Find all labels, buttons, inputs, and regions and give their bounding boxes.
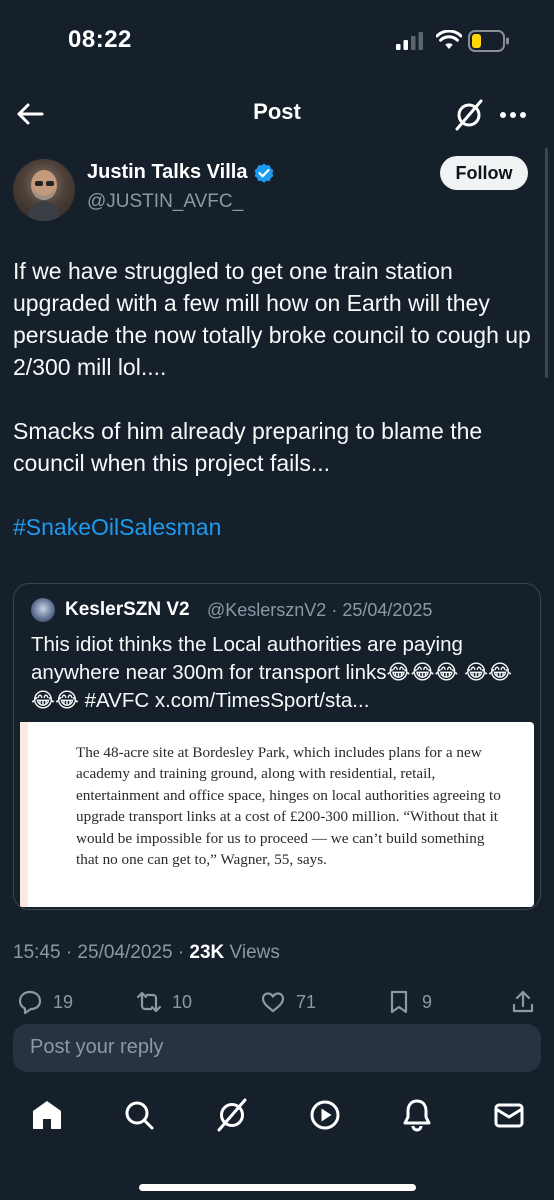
grok-icon[interactable] — [452, 98, 486, 132]
avatar-photo — [27, 170, 61, 221]
follow-button[interactable]: Follow — [440, 156, 528, 190]
bookmark-count: 9 — [422, 991, 433, 1012]
author-name[interactable]: Justin Talks Villa — [87, 161, 247, 184]
author-handle[interactable]: @JUSTIN_AVFC_ — [87, 191, 243, 213]
scrollbar[interactable] — [545, 148, 548, 378]
post-meta: 15:45 · 25/04/2025 · 23K Views — [13, 942, 280, 964]
reply-icon — [18, 990, 42, 1015]
cellular-signal-icon — [396, 32, 423, 50]
status-time: 08:22 — [68, 26, 132, 53]
search-icon[interactable] — [121, 1097, 157, 1133]
repost-icon — [136, 991, 162, 1013]
wifi-icon — [436, 30, 462, 49]
bookmark-button[interactable]: 9 — [386, 988, 432, 1016]
reply-count: 19 — [53, 991, 74, 1012]
reply-input[interactable]: Post your reply — [13, 1024, 541, 1072]
quoted-post[interactable]: KeslerSZN V2 @KeslersznV2 · 25/04/2025 T… — [13, 583, 541, 910]
share-button[interactable] — [510, 988, 536, 1016]
messages-icon[interactable] — [491, 1097, 527, 1133]
quoted-author-avatar — [31, 598, 55, 622]
quoted-article-image[interactable]: The 48-acre site at Bordesley Park, whic… — [20, 722, 534, 907]
views-label: Views — [224, 942, 280, 963]
quoted-author-handle-date: @KeslersznV2 · 25/04/2025 — [207, 600, 433, 620]
battery-icon — [468, 30, 509, 52]
quoted-author-name: KeslerSZN V2 — [65, 599, 190, 620]
views-count: 23K — [189, 942, 225, 963]
bookmark-icon — [390, 990, 408, 1014]
home-icon[interactable] — [29, 1097, 65, 1133]
video-icon[interactable] — [307, 1097, 343, 1133]
reply-button[interactable]: 19 — [17, 988, 73, 1016]
home-indicator[interactable] — [139, 1184, 416, 1191]
like-icon — [261, 992, 285, 1013]
notifications-icon[interactable] — [399, 1097, 435, 1133]
author-avatar[interactable] — [13, 159, 75, 221]
verified-badge-icon — [254, 163, 274, 183]
hashtag-link[interactable]: #SnakeOilSalesman — [13, 514, 221, 541]
like-button[interactable]: 71 — [260, 988, 316, 1016]
quoted-post-text: This idiot thinks the Local authorities … — [31, 633, 512, 712]
share-icon — [512, 990, 534, 1013]
repost-count: 10 — [172, 991, 193, 1012]
quoted-image-text: The 48-acre site at Bordesley Park, whic… — [76, 744, 501, 869]
image-edge-strip — [20, 722, 28, 907]
reply-placeholder: Post your reply — [30, 1036, 164, 1058]
like-count: 71 — [296, 991, 317, 1012]
post-timestamp: 15:45 · 25/04/2025 · — [13, 942, 190, 963]
post-text: If we have struggled to get one train st… — [13, 258, 531, 476]
grok-nav-icon[interactable] — [214, 1097, 250, 1133]
more-icon[interactable] — [496, 100, 530, 130]
repost-button[interactable]: 10 — [136, 988, 192, 1016]
